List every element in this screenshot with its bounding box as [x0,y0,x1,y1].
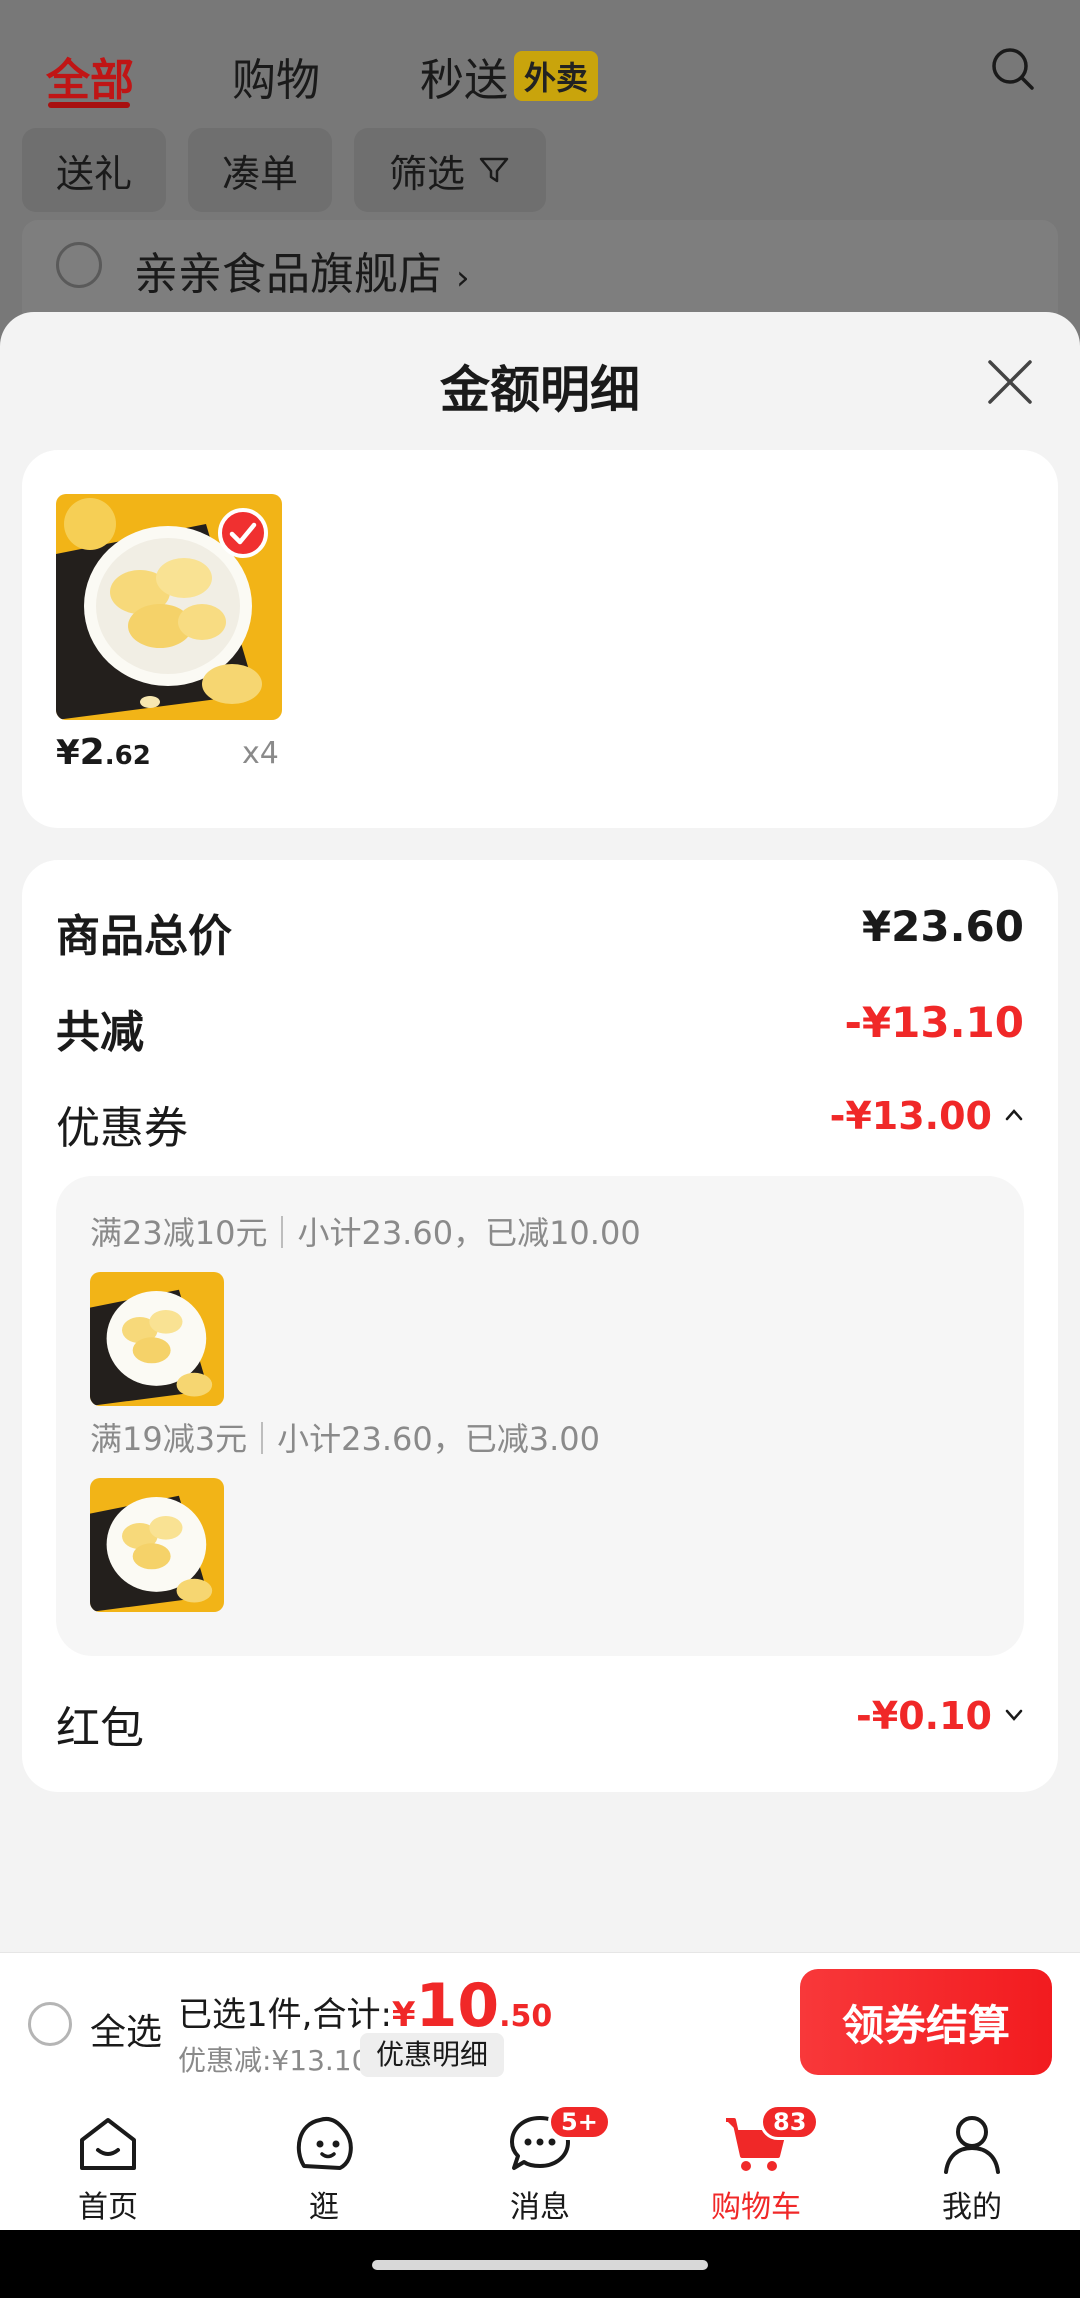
select-all-label[interactable]: 全选 [90,2003,162,2055]
total-discount-label: 共减 [56,1007,144,1058]
coupon-line: 满23减10元 小计23.60，已减10.00 [90,1208,641,1254]
browse-icon [296,2117,353,2170]
coupon-rule: 满19减3元 [90,1420,248,1458]
coupon-detail-box: 满23减10元 小计23.60，已减10.00 满19减3元 小计23.60，已减3… [56,1176,1024,1656]
selected-total: 已选1件,合计:¥10.50 [178,1971,552,2041]
coupon-detail: 小计23.60，已减10.00 [297,1214,641,1252]
checkout-button[interactable]: 领券结算 [800,1969,1052,2075]
store-name-label: 亲亲食品旗舰店 [134,249,442,300]
home-indicator[interactable] [372,2260,708,2270]
coupon-separator [261,1422,264,1454]
tabbar-item-browse[interactable]: 逛 [216,2092,432,2230]
total-integer: 10 [415,1971,500,2041]
checkout-bar: 全选 已选1件,合计:¥10.50 优惠减:¥13.10 优惠明细 领券结算 [0,1952,1080,2092]
product-price: ¥2.62 [56,732,151,773]
tab-instant-delivery[interactable]: 秒送 外卖 [420,44,599,108]
top-tabs: 全部 购物 秒送 外卖 [0,0,1080,130]
messages-badge: 5+ [548,2104,611,2140]
coupon-toggle[interactable]: -¥13.00 [830,1094,1024,1138]
tabbar-item-profile[interactable]: 我的 [864,2092,1080,2230]
red-packet-value: -¥0.10 [856,1694,992,1738]
coupon-rule: 满23减10元 [90,1214,268,1252]
tabbar-label-profile: 我的 [942,2190,1002,2225]
discount-detail-button[interactable]: 优惠明细 [360,2033,505,2077]
store-radio[interactable] [56,242,102,288]
close-icon[interactable] [984,356,1036,408]
tabbar-item-messages[interactable]: 5+ 消息 [432,2092,648,2230]
coupon-product-image [90,1272,224,1406]
chevron-down-icon [1005,1709,1023,1721]
system-nav-bar [0,2230,1080,2298]
store-name[interactable]: 亲亲食品旗舰店 › [134,238,470,302]
cart-page-background: 全部 购物 秒送 外卖 送礼 凑单 筛选 亲亲食品旗舰店 › [0,0,1080,330]
chip-filter-label: 筛选 [388,151,465,196]
saved-amount: 优惠减:¥13.10 [178,2044,370,2077]
selected-count-text: 已选1件,合计: [178,1995,392,2035]
product-card: ¥2.62 x4 [22,450,1058,828]
coupon-label: 优惠券 [56,1103,188,1154]
chip-gift-label: 送礼 [55,151,132,196]
sheet-title: 金额明细 [440,361,640,419]
product-quantity: x4 [242,736,279,771]
red-packet-toggle[interactable]: -¥0.10 [856,1694,1024,1738]
total-currency: ¥ [391,1995,416,2035]
chip-gift[interactable]: 送礼 [22,128,166,212]
cart-badge: 83 [760,2104,820,2140]
goods-total-value: ¥23.60 [861,902,1024,951]
takeout-badge: 外卖 [514,51,599,101]
summary-card: 商品总价 ¥23.60 共减 -¥13.10 优惠券 -¥13.00 满23减1… [22,860,1058,1792]
chip-filter[interactable]: 筛选 [354,128,546,212]
product-price-dec: .62 [104,741,151,771]
tab-shopping[interactable]: 购物 [232,44,320,108]
chevron-right-icon: › [456,258,470,298]
filter-icon [479,157,509,183]
select-all-radio[interactable] [28,2002,72,2046]
tabbar-label-home: 首页 [78,2190,138,2225]
coupon-product-image [90,1478,224,1612]
home-icon [80,2118,136,2170]
total-decimal: .50 [499,1999,553,2034]
checkout-button-label: 领券结算 [841,2000,1010,2050]
search-icon[interactable] [988,44,1038,94]
tabbar-item-home[interactable]: 首页 [0,2092,216,2230]
product-price-int: 2 [79,732,105,773]
coupon-value: -¥13.00 [829,1094,992,1138]
coupon-separator [281,1216,284,1248]
chip-add-on-label: 凑单 [221,151,298,196]
tab-all[interactable]: 全部 [46,44,134,108]
red-packet-label: 红包 [56,1703,144,1754]
amount-detail-sheet: 金额明细 ¥2.62 x4 商品总价 ¥23.60 共减 -¥13.10 优惠券… [0,312,1080,1952]
product-price-currency: ¥ [56,733,80,773]
coupon-line: 满19减3元 小计23.60，已减3.00 [90,1414,600,1460]
total-discount-value: -¥13.10 [844,998,1024,1047]
profile-icon [944,2116,1000,2174]
chevron-up-icon [1005,1109,1023,1121]
tabbar-label-cart: 购物车 [711,2190,801,2225]
tabbar-label-messages: 消息 [510,2190,570,2225]
tabbar-label-browse: 逛 [309,2190,339,2225]
goods-total-label: 商品总价 [56,911,232,962]
tabbar-item-cart[interactable]: 83 购物车 [648,2092,864,2230]
bottom-tab-bar: 首页 逛 5+ 消息 83 购物车 我的 [0,2092,1080,2230]
selected-check-icon[interactable] [218,508,268,558]
tab-underline [48,102,130,108]
tab-instant-delivery-label: 秒送 [420,55,508,106]
coupon-detail: 小计23.60，已减3.00 [277,1420,600,1458]
chip-add-on[interactable]: 凑单 [188,128,332,212]
